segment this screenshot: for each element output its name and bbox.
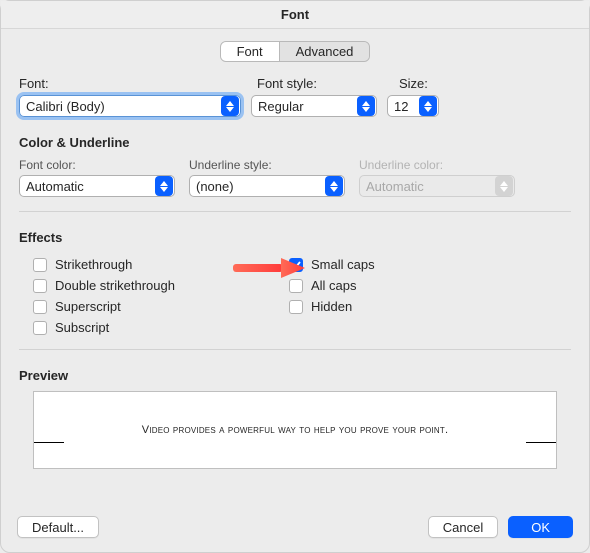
stepper-arrows-icon[interactable] [221, 96, 239, 116]
stepper-arrows-icon[interactable] [325, 176, 343, 196]
checkbox-small-caps[interactable]: Small caps [289, 257, 375, 272]
checkbox-double-strikethrough[interactable]: Double strikethrough [33, 278, 289, 293]
font-combo-value: Calibri (Body) [20, 99, 220, 114]
checkbox-superscript[interactable]: Superscript [33, 299, 289, 314]
underline-color-combo: Automatic [359, 175, 515, 197]
checkbox-icon [33, 258, 47, 272]
baseline-marker [526, 442, 556, 443]
checkbox-hidden[interactable]: Hidden [289, 299, 375, 314]
default-button[interactable]: Default... [17, 516, 99, 538]
stepper-arrows-icon[interactable] [155, 176, 173, 196]
font-combo[interactable]: Calibri (Body) [19, 95, 241, 117]
checkbox-label: Strikethrough [55, 257, 132, 272]
checkbox-label: Hidden [311, 299, 352, 314]
checkbox-icon [33, 300, 47, 314]
checkbox-strikethrough[interactable]: Strikethrough [33, 257, 289, 272]
checkbox-subscript[interactable]: Subscript [33, 320, 289, 335]
label-font: Font: [19, 76, 257, 91]
font-style-combo[interactable]: Regular [251, 95, 377, 117]
underline-style-combo[interactable]: (none) [189, 175, 345, 197]
section-preview: Preview [19, 368, 571, 383]
tab-advanced[interactable]: Advanced [279, 42, 370, 61]
checkbox-icon [289, 258, 303, 272]
baseline-marker [34, 442, 64, 443]
checkbox-icon [33, 279, 47, 293]
checkbox-label: Double strikethrough [55, 278, 175, 293]
underline-style-value: (none) [190, 179, 324, 194]
checkbox-icon [289, 300, 303, 314]
size-combo[interactable]: 12 [387, 95, 439, 117]
window-title: Font [1, 1, 589, 29]
font-color-value: Automatic [20, 179, 154, 194]
font-color-combo[interactable]: Automatic [19, 175, 175, 197]
checkbox-label: Subscript [55, 320, 109, 335]
checkbox-label: Small caps [311, 257, 375, 272]
tab-bar: Font Advanced [220, 41, 371, 62]
size-value: 12 [388, 99, 418, 114]
label-size: Size: [399, 76, 459, 91]
checkbox-label: Superscript [55, 299, 121, 314]
stepper-arrows-icon[interactable] [357, 96, 375, 116]
preview-box: Video provides a powerful way to help yo… [33, 391, 557, 469]
checkbox-all-caps[interactable]: All caps [289, 278, 375, 293]
ok-button[interactable]: OK [508, 516, 573, 538]
cancel-button[interactable]: Cancel [428, 516, 498, 538]
underline-color-value: Automatic [360, 179, 494, 194]
font-style-value: Regular [252, 99, 356, 114]
section-color-underline: Color & Underline [19, 135, 571, 150]
stepper-arrows-icon[interactable] [419, 96, 437, 116]
checkbox-icon [33, 321, 47, 335]
section-effects: Effects [19, 230, 571, 245]
checkbox-icon [289, 279, 303, 293]
label-font-style: Font style: [257, 76, 399, 91]
label-font-color: Font color: [19, 158, 175, 172]
tab-font[interactable]: Font [221, 42, 279, 61]
dialog-footer: Default... Cancel OK [1, 506, 589, 552]
label-underline-color: Underline color: [359, 158, 515, 172]
preview-text: Video provides a powerful way to help yo… [142, 424, 448, 436]
checkbox-label: All caps [311, 278, 357, 293]
label-underline-style: Underline style: [189, 158, 345, 172]
stepper-arrows-icon [495, 176, 513, 196]
